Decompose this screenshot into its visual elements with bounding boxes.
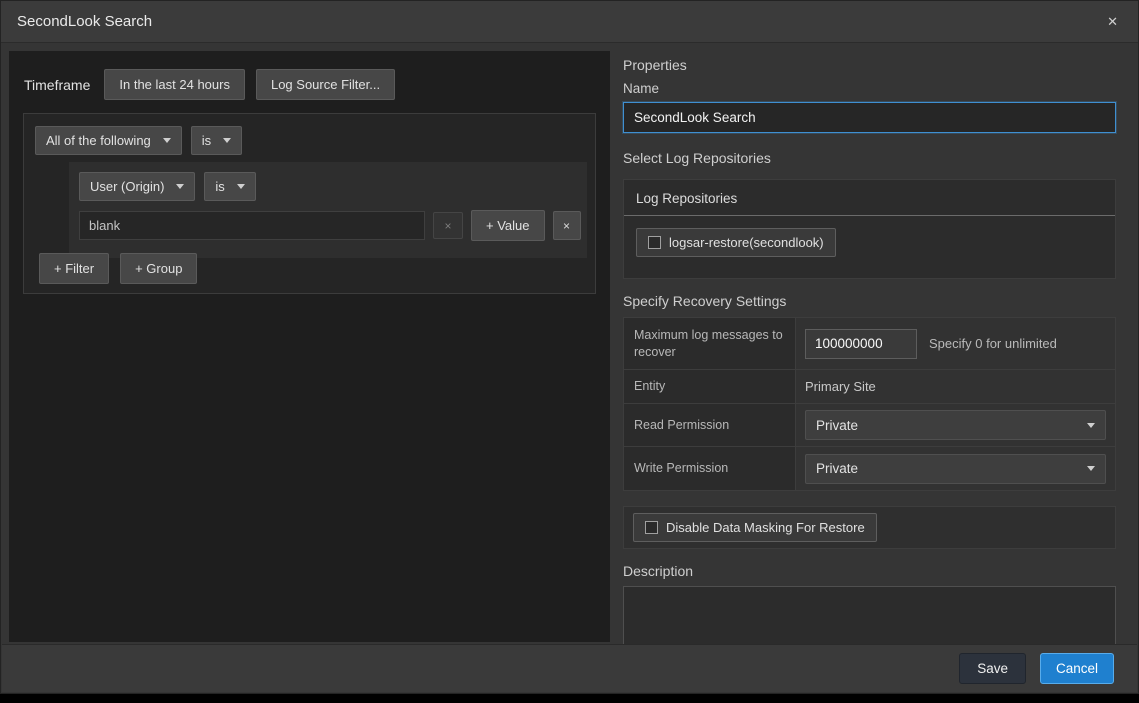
group-condition-label: All of the following (46, 133, 151, 148)
chevron-down-icon (163, 138, 171, 143)
timeframe-button[interactable]: In the last 24 hours (104, 69, 245, 100)
remove-filter-button[interactable]: × (553, 211, 581, 240)
max-messages-label: Maximum log messages to recover (624, 318, 796, 369)
group-condition-dropdown[interactable]: All of the following (35, 126, 182, 155)
chevron-down-icon (237, 184, 245, 189)
entity-value: Primary Site (796, 370, 1115, 403)
add-group-button[interactable]: + Group (120, 253, 197, 284)
log-source-filter-button[interactable]: Log Source Filter... (256, 69, 395, 100)
filter-field-row: User (Origin) is (69, 162, 587, 201)
add-value-button[interactable]: + Value (471, 210, 545, 241)
read-permission-value: Private (816, 418, 858, 433)
filter-value-row: × + Value × (69, 201, 587, 241)
remove-value-button[interactable]: × (433, 212, 463, 239)
group-condition-row: All of the following is (24, 114, 595, 155)
table-row: Write Permission Private (624, 447, 1115, 490)
cancel-button[interactable]: Cancel (1040, 653, 1114, 684)
repository-checkbox-item[interactable]: logsar-restore(secondlook) (636, 228, 836, 257)
group-actions-row: + Filter + Group (39, 253, 197, 284)
save-button[interactable]: Save (959, 653, 1026, 684)
write-permission-label: Write Permission (624, 447, 796, 490)
filter-operator-label: is (215, 179, 224, 194)
write-permission-cell: Private (796, 447, 1115, 490)
close-icon[interactable]: ✕ (1107, 15, 1118, 28)
disable-masking-checkbox[interactable]: Disable Data Masking For Restore (633, 513, 877, 542)
chevron-down-icon (176, 184, 184, 189)
description-textarea[interactable] (623, 586, 1116, 650)
group-operator-label: is (202, 133, 211, 148)
dialog-titlebar: SecondLook Search ✕ (1, 1, 1138, 43)
read-permission-label: Read Permission (624, 404, 796, 446)
read-permission-cell: Private (796, 404, 1115, 446)
description-label: Description (623, 563, 1116, 579)
filter-group-box: All of the following is User (Origin) is (23, 113, 596, 294)
chevron-down-icon (223, 138, 231, 143)
max-messages-input[interactable] (805, 329, 917, 359)
table-row: Maximum log messages to recover Specify … (624, 318, 1115, 370)
timeframe-label: Timeframe (24, 77, 90, 93)
secondlook-search-dialog: SecondLook Search ✕ Timeframe In the las… (0, 0, 1139, 694)
table-row: Read Permission Private (624, 404, 1115, 447)
repository-label: logsar-restore(secondlook) (669, 235, 824, 250)
read-permission-dropdown[interactable]: Private (805, 410, 1106, 440)
recovery-settings-heading: Specify Recovery Settings (623, 293, 1116, 309)
log-repositories-panel: Log Repositories logsar-restore(secondlo… (623, 179, 1116, 279)
disable-masking-label: Disable Data Masking For Restore (666, 520, 865, 535)
chevron-down-icon (1087, 423, 1095, 428)
dialog-title: SecondLook Search (17, 13, 152, 30)
filter-panel: Timeframe In the last 24 hours Log Sourc… (9, 51, 610, 642)
log-repositories-heading: Log Repositories (624, 180, 1115, 216)
filter-field-label: User (Origin) (90, 179, 164, 194)
data-masking-panel: Disable Data Masking For Restore (623, 506, 1116, 549)
max-messages-cell: Specify 0 for unlimited (796, 318, 1115, 369)
entity-label: Entity (624, 370, 796, 403)
filter-value-input[interactable] (79, 211, 425, 240)
recovery-settings-table: Maximum log messages to recover Specify … (623, 317, 1116, 491)
dialog-footer: Save Cancel (2, 644, 1137, 692)
table-row: Entity Primary Site (624, 370, 1115, 404)
properties-heading: Properties (623, 57, 1116, 73)
name-input[interactable] (623, 102, 1116, 133)
filter-operator-dropdown[interactable]: is (204, 172, 255, 201)
write-permission-value: Private (816, 461, 858, 476)
checkbox-icon (648, 236, 661, 249)
write-permission-dropdown[interactable]: Private (805, 454, 1106, 484)
filter-item-box: User (Origin) is × + Value × (69, 162, 587, 258)
properties-panel: Properties Name Select Log Repositories … (623, 43, 1116, 655)
repository-list: logsar-restore(secondlook) (624, 216, 1115, 269)
group-operator-dropdown[interactable]: is (191, 126, 242, 155)
max-messages-hint: Specify 0 for unlimited (929, 336, 1057, 351)
select-log-repositories-label: Select Log Repositories (623, 150, 1116, 166)
checkbox-icon (645, 521, 658, 534)
timeframe-row: Timeframe In the last 24 hours Log Sourc… (9, 51, 610, 100)
add-filter-button[interactable]: + Filter (39, 253, 109, 284)
name-label: Name (623, 81, 1116, 96)
filter-field-dropdown[interactable]: User (Origin) (79, 172, 195, 201)
chevron-down-icon (1087, 466, 1095, 471)
